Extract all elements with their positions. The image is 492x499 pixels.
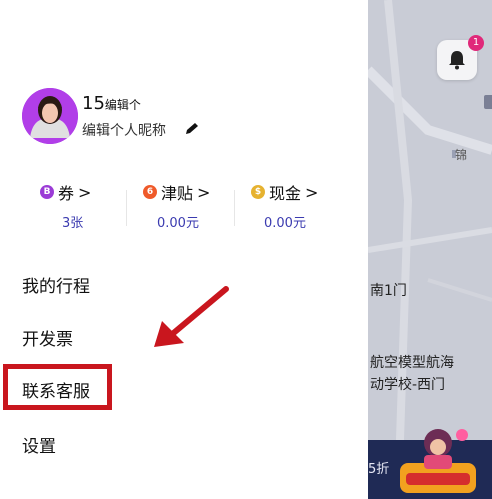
allowance-label: 津贴 — [161, 184, 194, 203]
map-poi-icon — [484, 95, 492, 109]
side-drawer: 15编辑个 编辑个人昵称 B 券 > 3张 6 津贴 > 0.00元 $ 现金 … — [0, 0, 368, 499]
chevron-right-icon: > — [305, 182, 319, 202]
chevron-right-icon: > — [197, 182, 211, 202]
cash-value: 0.00元 — [264, 216, 306, 231]
pencil-icon[interactable] — [184, 122, 202, 136]
user-name-text: 15 — [82, 93, 105, 114]
promo-discount: 5折 — [368, 462, 390, 477]
wallet-divider — [126, 190, 127, 226]
annotation-arrow-icon — [154, 286, 229, 347]
wallet-coupon[interactable]: B 券 > — [40, 180, 91, 204]
menu-item-settings[interactable]: 设置 — [22, 432, 56, 457]
cash-label: 现金 — [269, 184, 302, 203]
allowance-value: 0.00元 — [157, 216, 199, 231]
avatar[interactable] — [22, 88, 78, 144]
chevron-right-icon: > — [78, 182, 92, 202]
user-name[interactable]: 15编辑个 — [82, 93, 141, 114]
notification-badge: 1 — [468, 35, 484, 51]
map-label-school-2: 动学校-西门 — [370, 377, 446, 393]
promo-character-image[interactable] — [400, 425, 480, 499]
coupon-value: 3张 — [62, 216, 84, 231]
support-highlight-box — [3, 364, 112, 410]
allowance-icon: 6 — [143, 185, 157, 199]
map-label-school-1: 航空模型航海 — [370, 355, 454, 371]
menu-item-trips[interactable]: 我的行程 — [22, 272, 90, 297]
cash-icon: $ — [251, 185, 265, 199]
user-name-suffix: 编辑个 — [104, 98, 141, 112]
coupon-icon: B — [40, 185, 54, 199]
user-avatar-icon — [22, 88, 78, 144]
wallet-cash[interactable]: $ 现金 > — [251, 180, 318, 204]
edit-nickname-link[interactable]: 编辑个人昵称 — [82, 120, 166, 140]
wallet-allowance[interactable]: 6 津贴 > — [143, 180, 210, 204]
bell-icon — [449, 51, 465, 70]
coupon-label: 券 — [58, 184, 75, 203]
wallet-divider — [234, 190, 235, 226]
map-label-jin: 锦 — [455, 148, 468, 162]
menu-item-invoice[interactable]: 开发票 — [22, 325, 73, 350]
map-label-gate: 南1门 — [370, 283, 407, 299]
